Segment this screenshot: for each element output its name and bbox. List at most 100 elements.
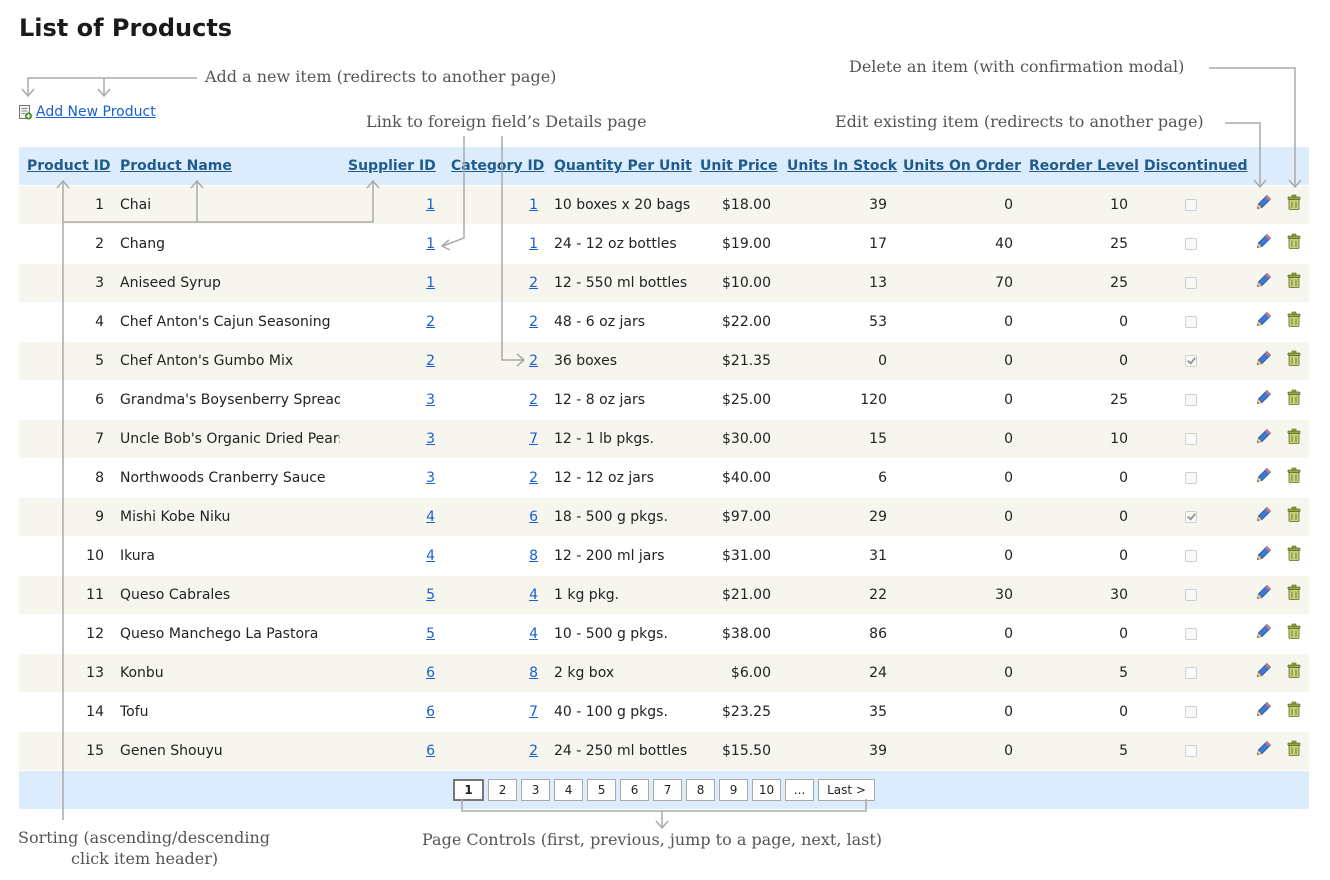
cell-discontinued xyxy=(1136,536,1246,576)
cell-category-id: 4 xyxy=(443,614,546,654)
edit-button[interactable] xyxy=(1254,740,1272,762)
header-discontinued[interactable]: Discontinued xyxy=(1136,147,1248,186)
delete-button[interactable] xyxy=(1285,194,1303,216)
header-unit-price[interactable]: Unit Price xyxy=(692,147,779,186)
category-link[interactable]: 2 xyxy=(529,353,538,369)
edit-button[interactable] xyxy=(1254,584,1272,606)
delete-button[interactable] xyxy=(1285,545,1303,567)
category-link[interactable]: 6 xyxy=(529,509,538,525)
cell-reorder-level: 25 xyxy=(1021,224,1136,264)
header-reorder-level[interactable]: Reorder Level xyxy=(1021,147,1139,186)
edit-button[interactable] xyxy=(1254,467,1272,489)
category-link[interactable]: 1 xyxy=(529,236,538,252)
header-units-in-stock[interactable]: Units In Stock xyxy=(779,147,897,186)
pager-page-button[interactable]: 1 xyxy=(453,779,485,801)
annotation-add: Add a new item (redirects to another pag… xyxy=(205,67,557,86)
edit-button[interactable] xyxy=(1254,389,1272,411)
supplier-link[interactable]: 4 xyxy=(426,548,435,564)
cell-supplier-id: 6 xyxy=(340,731,443,771)
supplier-link[interactable]: 5 xyxy=(426,587,435,603)
edit-button[interactable] xyxy=(1254,545,1272,567)
pager-page-button[interactable]: 8 xyxy=(686,779,716,801)
category-link[interactable]: 2 xyxy=(529,275,538,291)
category-link[interactable]: 7 xyxy=(529,431,538,447)
delete-button[interactable] xyxy=(1285,623,1303,645)
edit-button[interactable] xyxy=(1254,233,1272,255)
edit-button[interactable] xyxy=(1254,350,1272,372)
category-link[interactable]: 1 xyxy=(529,197,538,213)
delete-button[interactable] xyxy=(1285,233,1303,255)
category-link[interactable]: 2 xyxy=(529,743,538,759)
delete-button[interactable] xyxy=(1285,701,1303,723)
pager-page-button[interactable]: 5 xyxy=(587,779,617,801)
header-quantity-per-unit[interactable]: Quantity Per Unit xyxy=(546,147,692,186)
delete-button[interactable] xyxy=(1285,584,1303,606)
supplier-link[interactable]: 3 xyxy=(426,470,435,486)
category-link[interactable]: 8 xyxy=(529,665,538,681)
edit-button[interactable] xyxy=(1254,701,1272,723)
pencil-icon xyxy=(1254,234,1272,255)
delete-button[interactable] xyxy=(1285,662,1303,684)
category-link[interactable]: 8 xyxy=(529,548,538,564)
edit-button[interactable] xyxy=(1254,506,1272,528)
discontinued-checkbox xyxy=(1185,199,1197,211)
cell-discontinued xyxy=(1136,692,1246,732)
supplier-link[interactable]: 1 xyxy=(426,236,435,252)
supplier-link[interactable]: 3 xyxy=(426,431,435,447)
edit-button[interactable] xyxy=(1254,662,1272,684)
supplier-link[interactable]: 3 xyxy=(426,392,435,408)
delete-button[interactable] xyxy=(1285,428,1303,450)
edit-button[interactable] xyxy=(1254,623,1272,645)
header-product-id[interactable]: Product ID xyxy=(19,147,112,186)
header-supplier-id[interactable]: Supplier ID xyxy=(340,147,443,186)
delete-button[interactable] xyxy=(1285,272,1303,294)
add-new-product-link[interactable]: Add New Product xyxy=(19,104,156,120)
pager-page-button[interactable]: 2 xyxy=(488,779,518,801)
pager-page-button[interactable]: 10 xyxy=(752,779,782,801)
supplier-link[interactable]: 2 xyxy=(426,353,435,369)
supplier-link[interactable]: 6 xyxy=(426,665,435,681)
supplier-link[interactable]: 6 xyxy=(426,704,435,720)
header-units-on-order[interactable]: Units On Order xyxy=(895,147,1021,186)
supplier-link[interactable]: 5 xyxy=(426,626,435,642)
delete-button[interactable] xyxy=(1285,467,1303,489)
delete-button[interactable] xyxy=(1285,311,1303,333)
category-link[interactable]: 7 xyxy=(529,704,538,720)
header-category-id[interactable]: Category ID xyxy=(443,147,546,186)
category-link[interactable]: 4 xyxy=(529,626,538,642)
supplier-link[interactable]: 6 xyxy=(426,743,435,759)
cell-units-in-stock: 53 xyxy=(779,302,895,342)
category-link[interactable]: 2 xyxy=(529,392,538,408)
edit-button[interactable] xyxy=(1254,311,1272,333)
delete-button[interactable] xyxy=(1285,350,1303,372)
pager-page-button[interactable]: 7 xyxy=(653,779,683,801)
supplier-link[interactable]: 4 xyxy=(426,509,435,525)
trash-can-icon xyxy=(1285,194,1303,216)
delete-button[interactable] xyxy=(1285,740,1303,762)
cell-supplier-id: 1 xyxy=(340,224,443,264)
cell-quantity-per-unit: 2 kg box xyxy=(546,653,692,693)
pager-page-button[interactable]: 6 xyxy=(620,779,650,801)
category-link[interactable]: 2 xyxy=(529,314,538,330)
header-product-name[interactable]: Product Name xyxy=(112,147,340,186)
category-link[interactable]: 4 xyxy=(529,587,538,603)
category-link[interactable]: 2 xyxy=(529,470,538,486)
cell-units-on-order: 0 xyxy=(895,692,1021,732)
pager-page-button[interactable]: 4 xyxy=(554,779,584,801)
add-new-product-label[interactable]: Add New Product xyxy=(36,104,156,120)
cell-reorder-level: 25 xyxy=(1021,380,1136,420)
pager-page-button[interactable]: 9 xyxy=(719,779,749,801)
supplier-link[interactable]: 2 xyxy=(426,314,435,330)
pager-page-button[interactable]: 3 xyxy=(521,779,551,801)
edit-button[interactable] xyxy=(1254,272,1272,294)
supplier-link[interactable]: 1 xyxy=(426,275,435,291)
delete-button[interactable] xyxy=(1285,389,1303,411)
edit-button[interactable] xyxy=(1254,194,1272,216)
pager-more-button[interactable]: ... xyxy=(785,779,815,801)
supplier-link[interactable]: 1 xyxy=(426,197,435,213)
delete-button[interactable] xyxy=(1285,506,1303,528)
edit-button[interactable] xyxy=(1254,428,1272,450)
cell-supplier-id: 5 xyxy=(340,614,443,654)
pager-last-button[interactable]: Last > xyxy=(818,779,875,801)
discontinued-checkbox xyxy=(1185,394,1197,406)
